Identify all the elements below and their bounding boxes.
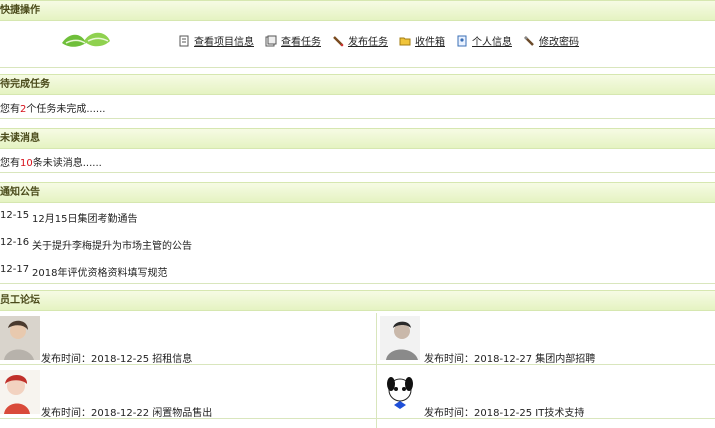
- shortcut-profile[interactable]: 个人信息: [456, 33, 512, 48]
- notice-date: 12-15: [0, 210, 30, 221]
- avatar: [0, 370, 40, 414]
- shortcuts-title: 快捷操作: [0, 5, 40, 16]
- shortcut-publish-task[interactable]: 发布任务: [332, 33, 388, 48]
- notice-date: 12-16: [0, 237, 30, 248]
- notices-header: 通知公告: [0, 182, 715, 203]
- unread-title: 未读消息: [0, 133, 40, 144]
- forum-post-text: 发布时间：2018-12-25 招租信息: [41, 354, 193, 365]
- forum-title: 员工论坛: [0, 295, 40, 306]
- notice-title: 关于提升李梅提升为市场主管的公告: [32, 241, 192, 252]
- avatar: [0, 316, 40, 360]
- notice-title: 2018年评优资格资料填写规范: [32, 268, 168, 279]
- forum-header: 员工论坛: [0, 290, 715, 311]
- forum-post-text: 发布时间：2018-12-27 集团内部招聘: [424, 354, 596, 365]
- pending-header: 待完成任务: [0, 74, 715, 95]
- unread-header: 未读消息: [0, 128, 715, 149]
- id-card-icon: [456, 35, 468, 47]
- notice-item[interactable]: 12-16 关于提升李梅提升为市场主管的公告: [0, 237, 192, 252]
- shortcuts-header: 快捷操作: [0, 0, 715, 21]
- shortcut-change-password[interactable]: 修改密码: [523, 33, 579, 48]
- unread-message[interactable]: 您有10条未读消息......: [0, 154, 102, 169]
- notice-item[interactable]: 12-15 12月15日集团考勤通告: [0, 210, 137, 225]
- leaf-logo-icon: [62, 32, 110, 47]
- notice-item[interactable]: 12-17 2018年评优资格资料填写规范: [0, 264, 167, 279]
- forum-post-text: 发布时间：2018-12-22 闲置物品售出: [41, 408, 213, 419]
- notices-title: 通知公告: [0, 187, 40, 198]
- tasks-icon: [265, 35, 277, 47]
- forum-post-text: 发布时间：2018-12-25 IT技术支持: [424, 408, 585, 419]
- unread-panel: 您有10条未读消息......: [0, 149, 715, 173]
- pending-title: 待完成任务: [0, 79, 50, 90]
- shortcut-view-project[interactable]: 查看项目信息: [178, 33, 254, 48]
- pending-panel: 您有2个任务未完成......: [0, 95, 715, 119]
- folder-icon: [399, 35, 411, 47]
- avatar: [380, 370, 420, 414]
- notices-panel: 12-15 12月15日集团考勤通告 12-16 关于提升李梅提升为市场主管的公…: [0, 203, 715, 284]
- forum-post[interactable]: 发布时间：2018-12-25 招租信息: [0, 313, 376, 365]
- shortcut-inbox[interactable]: 收件箱: [399, 33, 445, 48]
- shortcut-view-tasks[interactable]: 查看任务: [265, 33, 321, 48]
- forum-post[interactable]: 发布时间：2018-12-22 闲置物品售出: [0, 367, 376, 419]
- pen-icon: [332, 35, 344, 47]
- unread-count: 10: [20, 158, 33, 169]
- document-icon: [178, 35, 190, 47]
- pending-message[interactable]: 您有2个任务未完成......: [0, 100, 105, 115]
- notice-date: 12-17: [0, 264, 30, 275]
- forum-post[interactable]: 发布时间：2018-12-27 集团内部招聘: [377, 313, 715, 365]
- shortcuts-panel: 查看项目信息 查看任务 发布任务 收件箱 个人信息 修改密码: [0, 21, 715, 68]
- key-icon: [523, 35, 535, 47]
- notice-title: 12月15日集团考勤通告: [32, 214, 138, 225]
- avatar: [380, 316, 420, 360]
- forum-post[interactable]: 发布时间：2018-12-25 IT技术支持: [377, 367, 715, 419]
